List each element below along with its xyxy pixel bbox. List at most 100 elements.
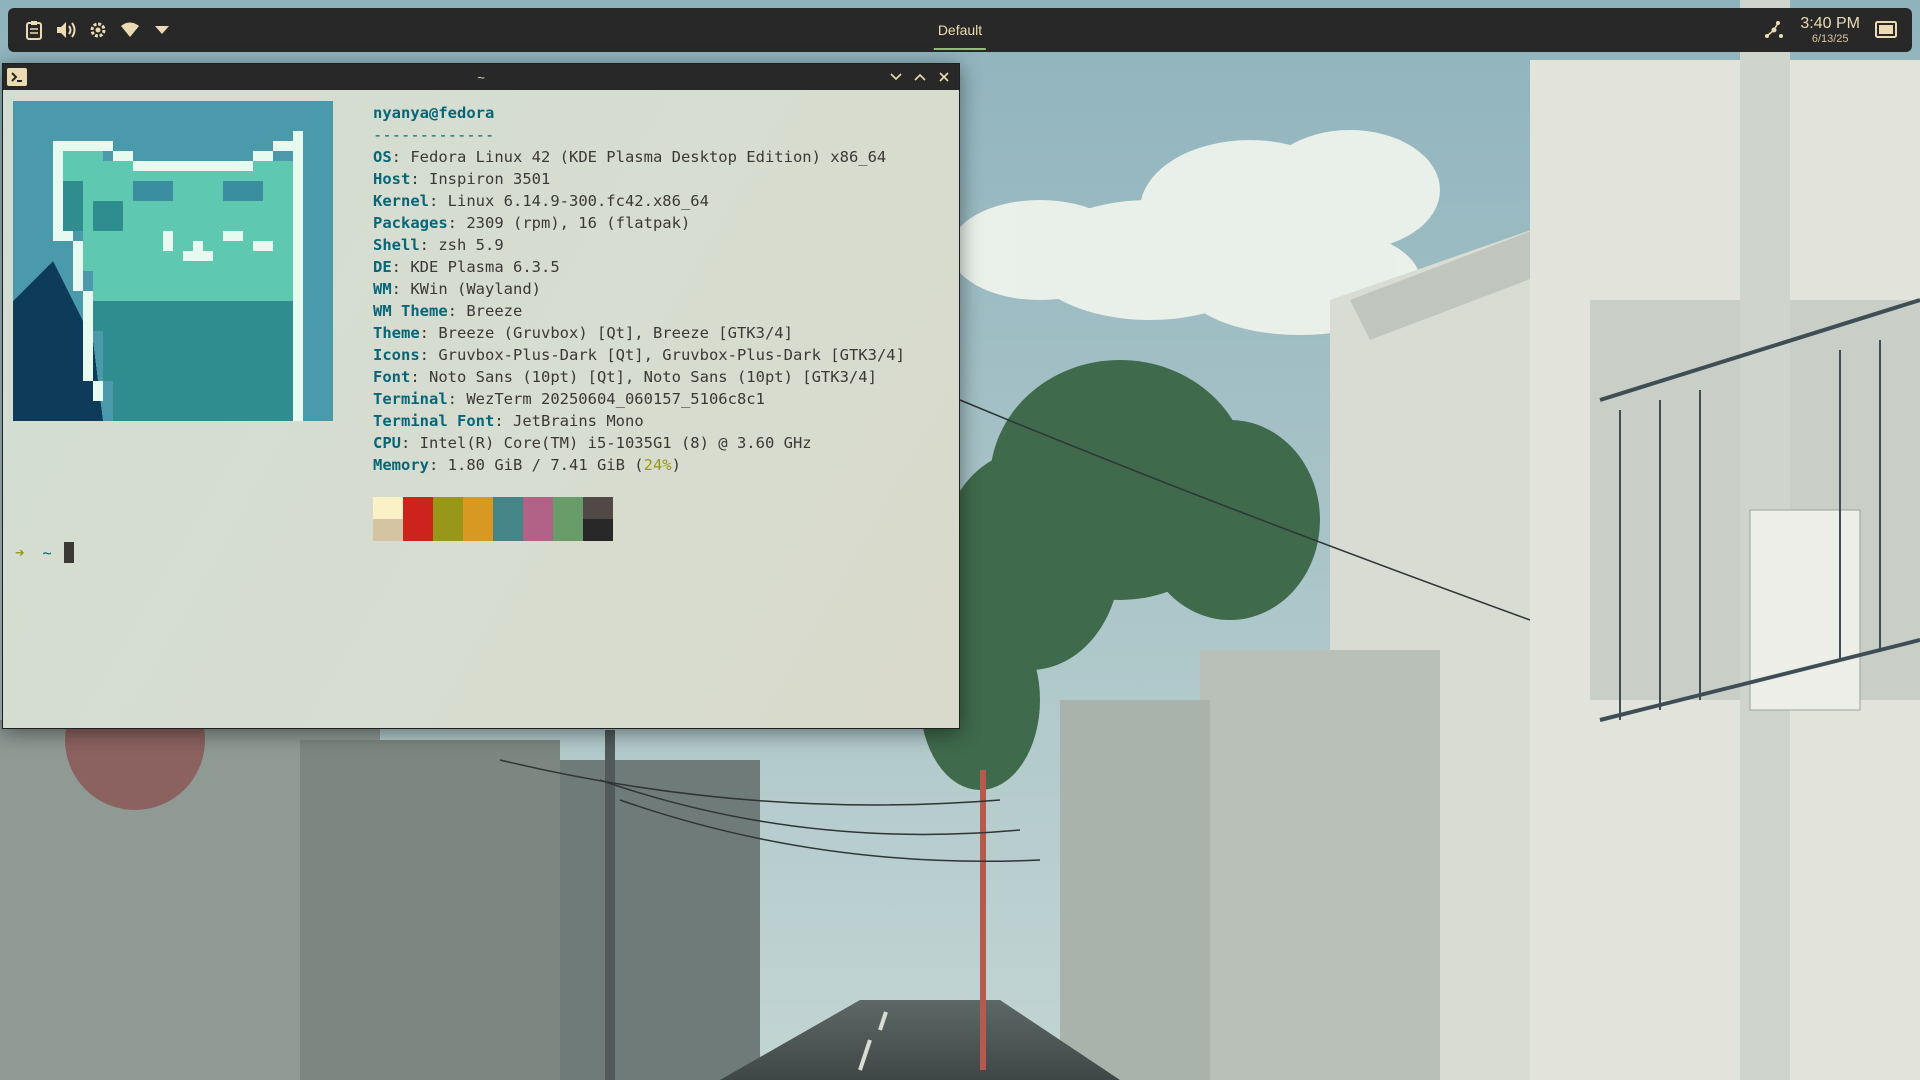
palette-swatch xyxy=(433,519,463,541)
info-key: OS xyxy=(373,148,392,166)
info-colon: : xyxy=(391,148,411,166)
info-key: Font xyxy=(373,368,411,386)
system-info: nyanya@fedora ------------- OS: Fedora L… xyxy=(373,102,905,476)
info-colon: : xyxy=(401,434,420,452)
info-value: Gruvbox-Plus-Dark [Qt], Gruvbox-Plus-Dar… xyxy=(438,346,905,364)
palette-swatch xyxy=(583,497,613,519)
palette-swatch xyxy=(373,519,403,541)
info-colon: : xyxy=(447,214,467,232)
memory-close-paren: ) xyxy=(671,456,681,474)
info-value: 2309 (rpm), 16 (flatpak) xyxy=(466,214,691,232)
info-colon: : xyxy=(429,192,448,210)
palette-swatch xyxy=(403,497,433,519)
info-line-cpu: CPU: Intel(R) Core(TM) i5-1035G1 (8) @ 3… xyxy=(373,432,905,454)
tray-expand-icon[interactable] xyxy=(150,18,174,42)
shell-prompt[interactable]: ➜ ~ xyxy=(15,542,74,563)
activity-switcher[interactable]: Default xyxy=(933,8,986,52)
palette-swatch xyxy=(583,519,613,541)
info-line-shell: Shell: zsh 5.9 xyxy=(373,234,905,256)
system-tray-left xyxy=(8,18,174,42)
info-colon: : xyxy=(447,302,467,320)
info-colon: : xyxy=(429,456,448,474)
settings-icon[interactable] xyxy=(86,18,110,42)
info-value: Noto Sans (10pt) [Qt], Noto Sans (10pt) … xyxy=(429,368,877,386)
info-line-de: DE: KDE Plasma 6.3.5 xyxy=(373,256,905,278)
info-key: Packages xyxy=(373,214,448,232)
info-line-terminal: Terminal: WezTerm 20250604_060157_5106c8… xyxy=(373,388,905,410)
system-tray-right: 3:40 PM 6/13/25 xyxy=(1762,14,1912,45)
info-colon: : xyxy=(391,280,411,298)
palette-swatch xyxy=(523,519,553,541)
palette-swatch xyxy=(463,497,493,519)
info-key: Terminal xyxy=(373,390,448,408)
clock-time: 3:40 PM xyxy=(1800,14,1860,32)
separator-line: ------------- xyxy=(373,126,495,144)
close-icon[interactable] xyxy=(935,68,953,86)
info-colon: : xyxy=(419,236,439,254)
info-line-memory: Memory: 1.80 GiB / 7.41 GiB (24%) xyxy=(373,454,905,476)
pixel-cat-logo xyxy=(13,101,333,421)
network-status-icon[interactable] xyxy=(1762,18,1786,42)
info-key: Theme xyxy=(373,324,420,342)
palette-swatch xyxy=(553,497,583,519)
info-line-packages: Packages: 2309 (rpm), 16 (flatpak) xyxy=(373,212,905,234)
info-colon: : xyxy=(410,368,429,386)
info-colon: : xyxy=(419,324,439,342)
window-title: ~ xyxy=(477,69,485,85)
info-lines: OS: Fedora Linux 42 (KDE Plasma Desktop … xyxy=(373,146,905,454)
palette-swatch xyxy=(523,497,553,519)
info-value: zsh 5.9 xyxy=(438,236,504,254)
maximize-icon[interactable] xyxy=(911,68,929,86)
info-line-terminal-font: Terminal Font: JetBrains Mono xyxy=(373,410,905,432)
volume-icon[interactable] xyxy=(54,18,78,42)
info-key: Shell xyxy=(373,236,420,254)
info-value: 1.80 GiB / 7.41 GiB ( xyxy=(447,456,644,474)
palette-swatch xyxy=(493,497,523,519)
activity-indicator xyxy=(933,48,986,50)
user-host: nyanya@fedora xyxy=(373,104,495,122)
activity-label: Default xyxy=(937,22,983,38)
info-value: Linux 6.14.9-300.fc42.x86_64 xyxy=(447,192,709,210)
wifi-icon[interactable] xyxy=(118,18,142,42)
palette-swatch xyxy=(553,519,583,541)
info-line-host: Host: Inspiron 3501 xyxy=(373,168,905,190)
info-key: Icons xyxy=(373,346,420,364)
info-value: Breeze (Gruvbox) [Qt], Breeze [GTK3/4] xyxy=(438,324,793,342)
info-colon: : xyxy=(391,258,411,276)
info-line-wm: WM: KWin (Wayland) xyxy=(373,278,905,300)
clock-date: 6/13/25 xyxy=(1811,32,1849,45)
show-desktop-icon[interactable] xyxy=(1874,18,1898,42)
clock[interactable]: 3:40 PM 6/13/25 xyxy=(1800,14,1860,45)
info-key: Terminal Font xyxy=(373,412,495,430)
info-value: JetBrains Mono xyxy=(513,412,644,430)
color-palette xyxy=(373,497,613,541)
prompt-arrow: ➜ xyxy=(15,543,25,562)
info-key: Kernel xyxy=(373,192,429,210)
minimize-icon[interactable] xyxy=(887,68,905,86)
palette-swatch xyxy=(463,519,493,541)
clipboard-icon[interactable] xyxy=(22,18,46,42)
info-colon: : xyxy=(410,170,429,188)
palette-swatch xyxy=(373,497,403,519)
window-titlebar[interactable]: ~ xyxy=(3,64,959,90)
info-colon: : xyxy=(447,390,467,408)
terminal-window: ~ nyanya@fedora ------------- OS: Fedora… xyxy=(2,63,960,729)
info-value: Breeze xyxy=(466,302,523,320)
terminal-icon[interactable] xyxy=(7,68,27,86)
palette-swatch xyxy=(403,519,433,541)
info-line-font: Font: Noto Sans (10pt) [Qt], Noto Sans (… xyxy=(373,366,905,388)
info-colon: : xyxy=(419,346,439,364)
info-line-os: OS: Fedora Linux 42 (KDE Plasma Desktop … xyxy=(373,146,905,168)
terminal-content[interactable]: nyanya@fedora ------------- OS: Fedora L… xyxy=(3,90,959,728)
info-value: Inspiron 3501 xyxy=(429,170,551,188)
prompt-path: ~ xyxy=(42,543,52,562)
info-value: KWin (Wayland) xyxy=(410,280,541,298)
info-line-kernel: Kernel: Linux 6.14.9-300.fc42.x86_64 xyxy=(373,190,905,212)
info-key: WM xyxy=(373,280,392,298)
info-value: KDE Plasma 6.3.5 xyxy=(410,258,560,276)
memory-percent: 24% xyxy=(643,456,672,474)
info-colon: : xyxy=(494,412,513,430)
info-line-wm-theme: WM Theme: Breeze xyxy=(373,300,905,322)
top-panel: Default 3:40 PM 6/13/25 xyxy=(8,8,1912,52)
info-value: Fedora Linux 42 (KDE Plasma Desktop Edit… xyxy=(410,148,887,166)
